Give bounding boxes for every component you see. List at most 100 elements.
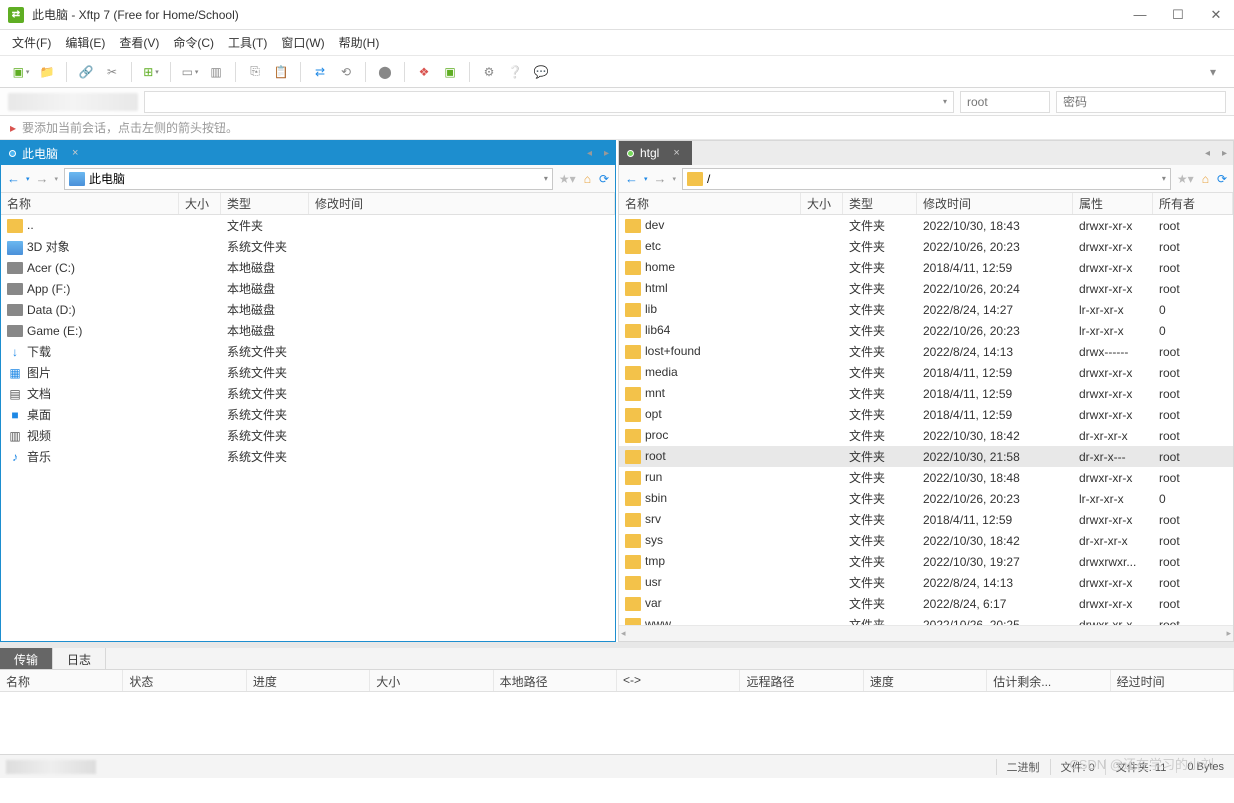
file-row[interactable]: root文件夹2022/10/30, 21:58dr-xr-x---root <box>619 446 1233 467</box>
username-input[interactable] <box>960 91 1050 113</box>
close-button[interactable]: ✕ <box>1206 7 1226 23</box>
remote-path-box[interactable]: ▾ <box>682 168 1171 190</box>
file-row[interactable]: html文件夹2022/10/26, 20:24drwxr-xr-xroot <box>619 278 1233 299</box>
tab-next-icon[interactable]: ▸ <box>1216 148 1233 159</box>
column-header[interactable]: <-> <box>617 670 740 691</box>
tab-prev-icon[interactable]: ◂ <box>581 148 598 159</box>
xshell-button[interactable]: ❖ <box>413 61 435 83</box>
host-dropdown[interactable] <box>144 91 954 113</box>
menu-item[interactable]: 文件(F) <box>12 34 51 51</box>
close-tab-icon[interactable]: × <box>673 147 679 159</box>
back-button[interactable]: ← <box>7 171 20 186</box>
file-row[interactable]: 3D 对象系统文件夹 <box>1 236 615 257</box>
menu-item[interactable]: 工具(T) <box>228 34 267 51</box>
bookmark-icon[interactable]: ★▾ <box>559 172 576 186</box>
hscrollbar[interactable]: ◂▸ <box>619 625 1233 641</box>
close-tab-icon[interactable]: × <box>72 147 78 159</box>
local-tab[interactable]: 此电脑 × <box>1 141 90 165</box>
file-row[interactable]: ..文件夹 <box>1 215 615 236</box>
local-file-list[interactable]: ..文件夹3D 对象系统文件夹Acer (C:)本地磁盘App (F:)本地磁盘… <box>1 215 615 641</box>
link-button[interactable]: 🔗 <box>75 61 97 83</box>
file-row[interactable]: proc文件夹2022/10/30, 18:42dr-xr-xr-xroot <box>619 425 1233 446</box>
minimize-button[interactable]: — <box>1130 7 1150 23</box>
copy-button[interactable]: ⎘ <box>244 61 266 83</box>
file-row[interactable]: sys文件夹2022/10/30, 18:42dr-xr-xr-xroot <box>619 530 1233 551</box>
home-icon[interactable]: ⌂ <box>1202 172 1209 186</box>
transfer-button[interactable]: ⇄ <box>309 61 331 83</box>
settings-icon[interactable]: ⚙ <box>478 61 500 83</box>
toolbar-overflow-icon[interactable]: ▾ <box>1202 61 1224 83</box>
file-row[interactable]: lib64文件夹2022/10/26, 20:23lr-xr-xr-x0 <box>619 320 1233 341</box>
menu-item[interactable]: 帮助(H) <box>339 34 380 51</box>
paste-button[interactable]: 📋 <box>270 61 292 83</box>
column-header[interactable]: 类型 <box>221 193 309 214</box>
tab-next-icon[interactable]: ▸ <box>598 148 615 159</box>
column-header[interactable]: 名称 <box>619 193 801 214</box>
file-row[interactable]: ↓下载系统文件夹 <box>1 341 615 362</box>
file-row[interactable]: ▤文档系统文件夹 <box>1 383 615 404</box>
file-row[interactable]: run文件夹2022/10/30, 18:48drwxr-xr-xroot <box>619 467 1233 488</box>
column-header[interactable]: 经过时间 <box>1111 670 1234 691</box>
file-row[interactable]: usr文件夹2022/8/24, 14:13drwxr-xr-xroot <box>619 572 1233 593</box>
file-row[interactable]: dev文件夹2022/10/30, 18:43drwxr-xr-xroot <box>619 215 1233 236</box>
unlink-button[interactable]: ✂ <box>101 61 123 83</box>
tile-button[interactable]: ▥ <box>205 61 227 83</box>
tab-log[interactable]: 日志 <box>53 648 106 669</box>
column-header[interactable]: 所有者 <box>1153 193 1233 214</box>
sync-button[interactable]: ⟲ <box>335 61 357 83</box>
xftp-button[interactable]: ▣ <box>439 61 461 83</box>
file-row[interactable]: var文件夹2022/8/24, 6:17drwxr-xr-xroot <box>619 593 1233 614</box>
remote-file-list[interactable]: dev文件夹2022/10/30, 18:43drwxr-xr-xrootetc… <box>619 215 1233 625</box>
tab-prev-icon[interactable]: ◂ <box>1199 148 1216 159</box>
file-row[interactable]: ▥视频系统文件夹 <box>1 425 615 446</box>
file-row[interactable]: lost+found文件夹2022/8/24, 14:13drwx------r… <box>619 341 1233 362</box>
file-row[interactable]: media文件夹2018/4/11, 12:59drwxr-xr-xroot <box>619 362 1233 383</box>
remote-path-input[interactable] <box>707 172 1158 186</box>
open-button[interactable]: 📁 <box>36 61 58 83</box>
menu-item[interactable]: 编辑(E) <box>65 34 105 51</box>
column-header[interactable]: 估计剩余... <box>987 670 1110 691</box>
remote-tab[interactable]: htgl × <box>619 141 692 165</box>
file-row[interactable]: ♪音乐系统文件夹 <box>1 446 615 467</box>
chat-icon[interactable]: 💬 <box>530 61 552 83</box>
file-row[interactable]: srv文件夹2018/4/11, 12:59drwxr-xr-xroot <box>619 509 1233 530</box>
tab-transfer[interactable]: 传输 <box>0 648 53 669</box>
file-row[interactable]: opt文件夹2018/4/11, 12:59drwxr-xr-xroot <box>619 404 1233 425</box>
refresh-icon[interactable]: ⟳ <box>1217 172 1227 186</box>
layout-button[interactable]: ▭ <box>179 61 201 83</box>
back-button[interactable]: ← <box>625 171 638 186</box>
home-icon[interactable]: ⌂ <box>584 172 591 186</box>
column-header[interactable]: 状态 <box>123 670 246 691</box>
menu-item[interactable]: 窗口(W) <box>281 34 324 51</box>
stop-button[interactable]: ⬤ <box>374 61 396 83</box>
file-row[interactable]: lib文件夹2022/8/24, 14:27lr-xr-xr-x0 <box>619 299 1233 320</box>
file-row[interactable]: mnt文件夹2018/4/11, 12:59drwxr-xr-xroot <box>619 383 1233 404</box>
file-row[interactable]: Game (E:)本地磁盘 <box>1 320 615 341</box>
maximize-button[interactable]: ☐ <box>1168 7 1188 23</box>
column-header[interactable]: 本地路径 <box>494 670 617 691</box>
column-header[interactable]: 名称 <box>0 670 123 691</box>
menu-item[interactable]: 命令(C) <box>173 34 214 51</box>
forward-button[interactable]: → <box>654 171 667 186</box>
column-header[interactable]: 类型 <box>843 193 917 214</box>
column-header[interactable]: 进度 <box>247 670 370 691</box>
column-header[interactable]: 远程路径 <box>740 670 863 691</box>
file-row[interactable]: www文件夹2022/10/26, 20:25drwxr-xr-xroot <box>619 614 1233 625</box>
path-dropdown-icon[interactable]: ▾ <box>1162 174 1166 183</box>
column-header[interactable]: 属性 <box>1073 193 1153 214</box>
column-header[interactable]: 修改时间 <box>309 193 615 214</box>
new-session-button[interactable]: ▣ <box>10 61 32 83</box>
bookmark-icon[interactable]: ★▾ <box>1177 172 1194 186</box>
menu-item[interactable]: 查看(V) <box>119 34 159 51</box>
file-row[interactable]: ■桌面系统文件夹 <box>1 404 615 425</box>
file-row[interactable]: tmp文件夹2022/10/30, 19:27drwxrwxr...root <box>619 551 1233 572</box>
password-input[interactable] <box>1056 91 1226 113</box>
column-header[interactable]: 大小 <box>370 670 493 691</box>
column-header[interactable]: 速度 <box>864 670 987 691</box>
local-path-input[interactable] <box>89 172 540 186</box>
file-row[interactable]: Acer (C:)本地磁盘 <box>1 257 615 278</box>
file-row[interactable]: sbin文件夹2022/10/26, 20:23lr-xr-xr-x0 <box>619 488 1233 509</box>
refresh-icon[interactable]: ⟳ <box>599 172 609 186</box>
column-header[interactable]: 修改时间 <box>917 193 1073 214</box>
column-header[interactable]: 大小 <box>179 193 221 214</box>
